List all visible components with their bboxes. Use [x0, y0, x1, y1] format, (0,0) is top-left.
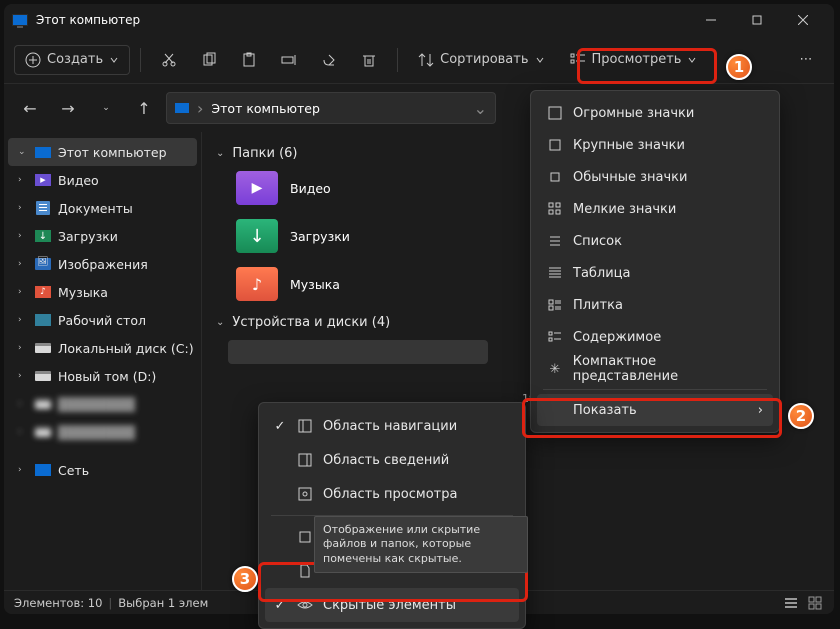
menu-extra-large-icons[interactable]: Огромные значки	[537, 97, 773, 129]
new-label: Создать	[47, 52, 103, 67]
menu-show[interactable]: Показать ›	[537, 394, 773, 426]
annotation-badge-1: 1	[726, 54, 752, 80]
list-icon	[547, 233, 563, 249]
sort-icon	[418, 52, 434, 68]
copy-button[interactable]	[191, 46, 227, 74]
annotation-badge-2: 2	[788, 403, 814, 429]
more-icon: ⋯	[798, 52, 814, 68]
submenu-hidden-items[interactable]: ✓Скрытые элементы	[265, 588, 519, 622]
menu-content[interactable]: Содержимое	[537, 321, 773, 353]
thumbnails-view-icon[interactable]	[806, 594, 824, 612]
submenu-preview-pane[interactable]: Область просмотра	[265, 477, 519, 511]
nav-pane-icon	[297, 419, 313, 433]
menu-small-icons[interactable]: Мелкие значки	[537, 193, 773, 225]
details-view-icon[interactable]	[782, 594, 800, 612]
sort-label: Сортировать	[440, 52, 528, 67]
sidebar-item-video[interactable]: ›Видео	[4, 166, 201, 194]
cut-button[interactable]	[151, 46, 187, 74]
this-pc-bc-icon	[175, 103, 189, 113]
sidebar-item-desktop[interactable]: ›Рабочий стол	[4, 306, 201, 334]
more-button[interactable]: ⋯	[788, 46, 824, 74]
medium-icons-icon	[547, 169, 563, 185]
paste-button[interactable]	[231, 46, 267, 74]
downloads-folder-icon	[236, 219, 278, 253]
menu-large-icons[interactable]: Крупные значки	[537, 129, 773, 161]
sidebar-item-downloads[interactable]: ›Загрузки	[4, 222, 201, 250]
sidebar-item-d-drive[interactable]: ›Новый том (D:)	[4, 362, 201, 390]
this-pc-icon	[12, 14, 28, 26]
view-button[interactable]: Просмотреть	[559, 45, 709, 75]
content-icon	[547, 329, 563, 345]
details-icon	[547, 265, 563, 281]
sidebar-item-documents[interactable]: ›Документы	[4, 194, 201, 222]
nav-back[interactable]: ←	[14, 92, 46, 124]
sidebar-this-pc-label: Этот компьютер	[58, 145, 167, 160]
menu-list[interactable]: Список	[537, 225, 773, 257]
small-icons-icon	[547, 201, 563, 217]
share-icon	[321, 52, 337, 68]
chevron-right-icon: ›	[758, 403, 763, 418]
status-selected: Выбран 1 элем	[118, 596, 208, 610]
copy-icon	[201, 52, 217, 68]
rename-button[interactable]	[271, 46, 307, 74]
sidebar-item-blurred[interactable]: ›████████	[4, 418, 201, 446]
delete-button[interactable]	[351, 46, 387, 74]
status-count: Элементов: 10	[14, 596, 102, 610]
nav-forward[interactable]: →	[52, 92, 84, 124]
checkbox-icon	[297, 530, 313, 544]
close-button[interactable]	[780, 4, 826, 36]
music-folder-icon	[236, 267, 278, 301]
command-bar: Создать Сортировать Просмотреть ⋯	[4, 36, 834, 84]
drive-selected-row[interactable]	[228, 340, 488, 364]
view-label: Просмотреть	[592, 52, 682, 67]
submenu-details-pane[interactable]: Область сведений	[265, 443, 519, 477]
minimize-button[interactable]	[688, 4, 734, 36]
share-button[interactable]	[311, 46, 347, 74]
menu-compact[interactable]: ✳Компактное представление	[537, 353, 773, 385]
sidebar-item-music[interactable]: ›Музыка	[4, 278, 201, 306]
sidebar-item-network[interactable]: ›Сеть	[4, 456, 201, 484]
file-ext-icon	[297, 564, 313, 578]
menu-tiles[interactable]: Плитка	[537, 289, 773, 321]
window-title: Этот компьютер	[36, 13, 140, 27]
sort-button[interactable]: Сортировать	[408, 46, 554, 74]
preview-pane-icon	[297, 487, 313, 501]
sidebar-item-this-pc[interactable]: ⌄ Этот компьютер	[8, 138, 197, 166]
compact-icon: ✳	[547, 361, 563, 377]
nav-up[interactable]: ↑	[128, 92, 160, 124]
rename-icon	[281, 52, 297, 68]
sidebar-item-pictures[interactable]: ›Изображения	[4, 250, 201, 278]
video-folder-icon	[236, 171, 278, 205]
annotation-badge-3: 3	[232, 566, 258, 592]
view-icon	[570, 52, 586, 68]
delete-icon	[361, 52, 377, 68]
sidebar-item-blurred[interactable]: ›████████	[4, 390, 201, 418]
large-icons-icon	[547, 137, 563, 153]
new-button[interactable]: Создать	[14, 45, 130, 75]
details-pane-icon	[297, 453, 313, 467]
menu-medium-icons[interactable]: Обычные значки	[537, 161, 773, 193]
view-menu: Огромные значки Крупные значки Обычные з…	[530, 90, 780, 433]
eye-icon	[297, 598, 313, 612]
tooltip: Отображение или скрытие файлов и папок, …	[314, 516, 528, 573]
navigation-pane[interactable]: ⌄ Этот компьютер ›Видео ›Документы ›Загр…	[4, 132, 202, 614]
address-bar[interactable]: › Этот компьютер ⌄	[166, 92, 496, 124]
extra-large-icons-icon	[547, 105, 563, 121]
menu-details[interactable]: Таблица	[537, 257, 773, 289]
maximize-button[interactable]	[734, 4, 780, 36]
plus-icon	[25, 52, 41, 68]
cut-icon	[161, 52, 177, 68]
paste-icon	[241, 52, 257, 68]
sidebar-item-c-drive[interactable]: ›Локальный диск (C:)	[4, 334, 201, 362]
titlebar: Этот компьютер	[4, 4, 834, 36]
nav-recent[interactable]: ⌄	[90, 92, 122, 124]
breadcrumb-label: Этот компьютер	[211, 101, 320, 116]
submenu-nav-pane[interactable]: ✓Область навигации	[265, 409, 519, 443]
tiles-icon	[547, 297, 563, 313]
